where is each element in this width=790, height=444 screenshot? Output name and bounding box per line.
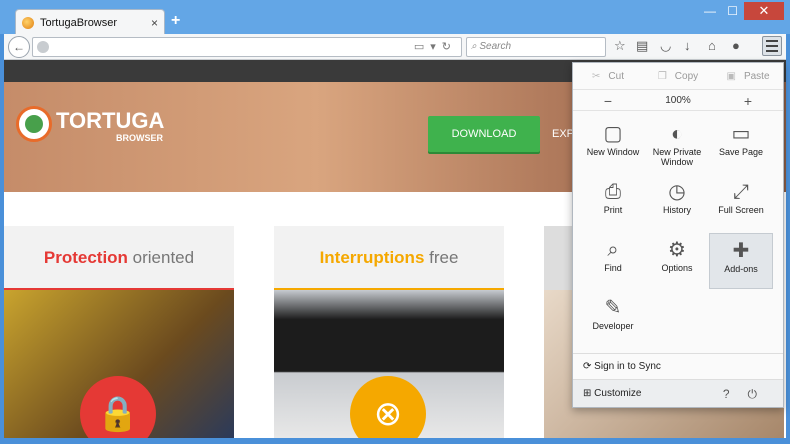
star-icon[interactable]: ☆ (614, 38, 626, 54)
search-placeholder: Search (479, 41, 512, 52)
quit-icon[interactable]: ⏻ (748, 387, 776, 401)
url-bar[interactable]: ▭▾↻ (32, 37, 462, 57)
new-window-button[interactable]: ▢ New Window (581, 117, 645, 173)
zoom-in-button[interactable]: + (713, 90, 783, 110)
tortuga-logo-icon (16, 106, 52, 142)
add-ons-button[interactable]: ✚ Add-ons (709, 233, 773, 289)
reading-list-icon[interactable]: ▤ (636, 38, 648, 54)
search-input[interactable]: ⌕ Search (466, 37, 606, 57)
chat-icon[interactable]: ● (732, 38, 740, 53)
paste-button[interactable]: ▣ Paste (713, 67, 783, 87)
copy-button[interactable]: ❐ Copy (643, 67, 713, 87)
plus-icon: ⊞ (583, 388, 595, 399)
home-icon[interactable]: ⌂ (708, 38, 716, 53)
history-button[interactable]: ◷ History (645, 175, 709, 231)
logo-text: TORTUGA (56, 108, 165, 133)
page-icon: ▭ (731, 123, 751, 145)
back-button[interactable]: ← (8, 36, 30, 58)
fullscreen-icon: ⤢ (733, 181, 749, 203)
menu-button[interactable] (762, 36, 782, 56)
puzzle-icon: ✚ (732, 240, 750, 262)
zoom-out-button[interactable]: − (573, 90, 643, 110)
sync-row[interactable]: ⟳ Sign in to Sync (573, 353, 783, 379)
download-button[interactable]: DOWNLOAD (428, 116, 540, 152)
cut-button[interactable]: ✂ Cut (573, 67, 643, 87)
reader-reload-icons[interactable]: ▭▾↻ (414, 40, 457, 53)
save-page-button[interactable]: ▭ Save Page (709, 117, 773, 173)
sync-icon: ⟳ (583, 361, 595, 372)
globe-icon (37, 41, 49, 53)
browser-menu-panel: ✂ Cut ❐ Copy ▣ Paste − 100% + ▢ New Window ◐… (572, 62, 784, 408)
tab-close-icon[interactable]: × (151, 16, 158, 30)
paste-icon: ▣ (726, 71, 736, 82)
new-tab-button[interactable]: + (171, 12, 180, 30)
tab-title: TortugaBrowser (40, 16, 118, 29)
clock-icon: ◷ (668, 181, 686, 203)
logo-subtext: BROWSER (116, 133, 163, 143)
find-button[interactable]: ⌕ Find (581, 233, 645, 289)
copy-icon: ❐ (657, 71, 667, 82)
pocket-icon[interactable]: ◡ (660, 38, 671, 54)
mask-icon: ◐ (670, 123, 684, 145)
customize-label: Customize (594, 388, 642, 399)
favicon-icon (22, 16, 34, 29)
wrench-icon: ✎ (604, 297, 622, 319)
zoom-row: − 100% + (573, 89, 783, 111)
feature-card-interruptions: Interruptions free ⊗ (274, 226, 504, 438)
maximize-icon[interactable]: ☐ (727, 4, 738, 18)
feature-card-protection: Protection oriented 🔒 (4, 226, 234, 438)
full-screen-button[interactable]: ⤢ Full Screen (709, 175, 773, 231)
print-button[interactable]: ⎙ Print (581, 175, 645, 231)
minimize-icon[interactable]: — (704, 4, 716, 18)
magnifier-icon: ⌕ (607, 239, 619, 261)
options-button[interactable]: ⚙ Options (645, 233, 709, 289)
title-bar: TortugaBrowser × + — ☐ ✕ (0, 0, 790, 35)
edit-row: ✂ Cut ❐ Copy ▣ Paste (573, 67, 783, 87)
window-icon: ▢ (603, 123, 623, 145)
zoom-level[interactable]: 100% (643, 90, 713, 110)
card-title: Interruptions free (319, 248, 459, 267)
window-close-button[interactable]: ✕ (744, 2, 784, 20)
printer-icon: ⎙ (605, 181, 621, 203)
sync-label: Sign in to Sync (594, 361, 661, 372)
scissors-icon: ✂ (592, 71, 601, 82)
gear-icon: ⚙ (668, 239, 686, 261)
card-title: Protection oriented (43, 248, 195, 267)
new-private-window-button[interactable]: ◐ New Private Window (645, 117, 709, 173)
help-icon[interactable]: ? (723, 387, 748, 401)
developer-button[interactable]: ✎ Developer (581, 291, 645, 347)
browser-tab[interactable]: TortugaBrowser × (15, 9, 165, 35)
customize-row[interactable]: ⊞ Customize ?⏻ (573, 379, 783, 407)
download-icon[interactable]: ↓ (684, 38, 691, 53)
navigation-bar: ← ▭▾↻ ⌕ Search ☆ ▤ ◡ ↓ ⌂ ● (4, 34, 786, 60)
